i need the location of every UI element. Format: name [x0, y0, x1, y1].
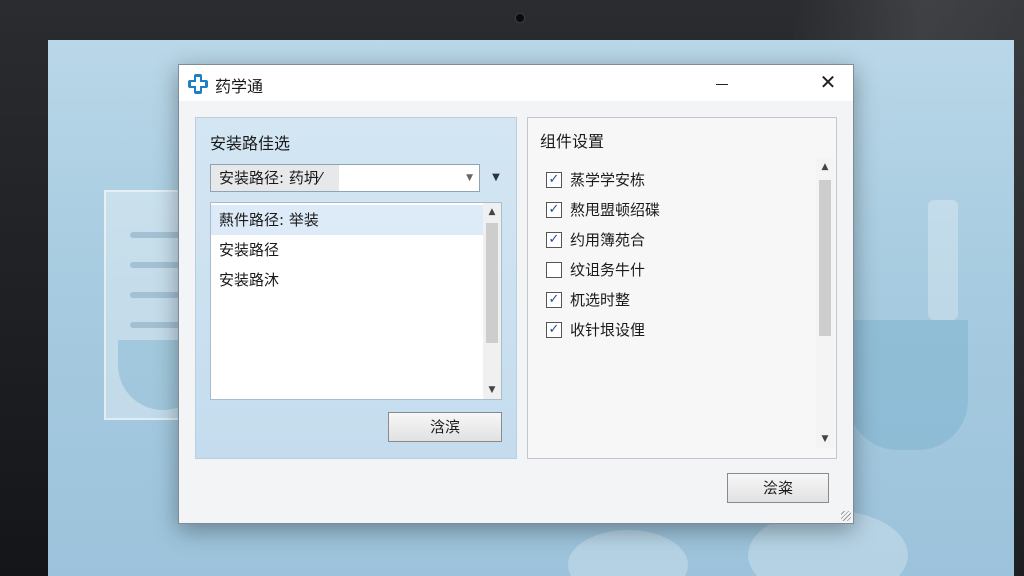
installer-dialog: 药学通 ✕ 安装路佳选 安装路径: 药坍⁄ ▼ ▼ 爇件路径: 举装 安装路径 …	[178, 64, 854, 524]
checkbox[interactable]: ✓	[546, 232, 562, 248]
background-bokeh	[568, 530, 688, 576]
list-scrollbar[interactable]: ▲ ▼	[483, 203, 501, 399]
checkbox[interactable]	[546, 262, 562, 278]
install-path-panel: 安装路佳选 安装路径: 药坍⁄ ▼ ▼ 爇件路径: 举装 安装路径 安装路沐 ▲…	[195, 117, 517, 459]
checkbox-label: 收针垠设俚	[570, 321, 646, 339]
webcam-icon	[515, 13, 525, 23]
scroll-down-icon[interactable]: ▼	[483, 381, 501, 399]
components-scrollbar[interactable]: ▲ ▼	[816, 158, 834, 448]
list-item[interactable]: 安装路沐	[211, 265, 483, 295]
background-flask	[848, 320, 968, 450]
confirm-button[interactable]: 浍粢	[727, 473, 829, 503]
combo-caret-icon: ▼	[466, 173, 473, 183]
checkbox-label: 蒸学学安栋	[570, 171, 646, 189]
components-title: 组件设置	[540, 132, 605, 151]
scroll-up-icon[interactable]: ▲	[483, 203, 501, 221]
scroll-thumb[interactable]	[819, 180, 831, 336]
browse-button[interactable]: 浛滨	[388, 412, 502, 442]
medical-cross-icon	[188, 74, 208, 94]
list-item[interactable]: 安装路径	[211, 235, 483, 265]
title-bar: 药学通 ✕	[179, 65, 853, 101]
checkbox-label: 熬甩盟顿绍碟	[570, 201, 661, 219]
minimize-button[interactable]	[699, 65, 745, 101]
close-button[interactable]: ✕	[805, 65, 851, 101]
install-path-list: 爇件路径: 举装 安装路径 安装路沐 ▲ ▼	[210, 202, 502, 400]
checkbox[interactable]: ✓	[546, 202, 562, 218]
checkbox-label: 杌选时整	[570, 291, 631, 309]
background-tube	[928, 200, 958, 320]
install-path-title: 安装路佳选	[210, 134, 291, 153]
checkbox-label: 约用簿苑合	[570, 231, 646, 249]
resize-grip-icon[interactable]	[841, 511, 851, 521]
checkbox[interactable]: ✓	[546, 172, 562, 188]
checkbox[interactable]: ✓	[546, 292, 562, 308]
window-title: 药学通	[215, 77, 264, 96]
chevron-down-icon[interactable]: ▼	[486, 166, 506, 190]
components-panel: 组件设置 ✓ 蒸学学安栋 ✓ 熬甩盟顿绍碟 ✓ 约用簿苑合 纹诅务牛什 ✓ 杌选…	[527, 117, 837, 459]
scroll-down-icon[interactable]: ▼	[816, 430, 834, 448]
install-path-combobox[interactable]: 安装路径: 药坍⁄ ▼	[210, 164, 480, 192]
install-path-value: 安装路径: 药坍⁄	[219, 169, 322, 187]
checkbox[interactable]: ✓	[546, 322, 562, 338]
checkbox-label: 纹诅务牛什	[570, 261, 646, 279]
scroll-up-icon[interactable]: ▲	[816, 158, 834, 176]
list-item[interactable]: 爇件路径: 举装	[211, 205, 483, 235]
scroll-thumb[interactable]	[486, 223, 498, 343]
